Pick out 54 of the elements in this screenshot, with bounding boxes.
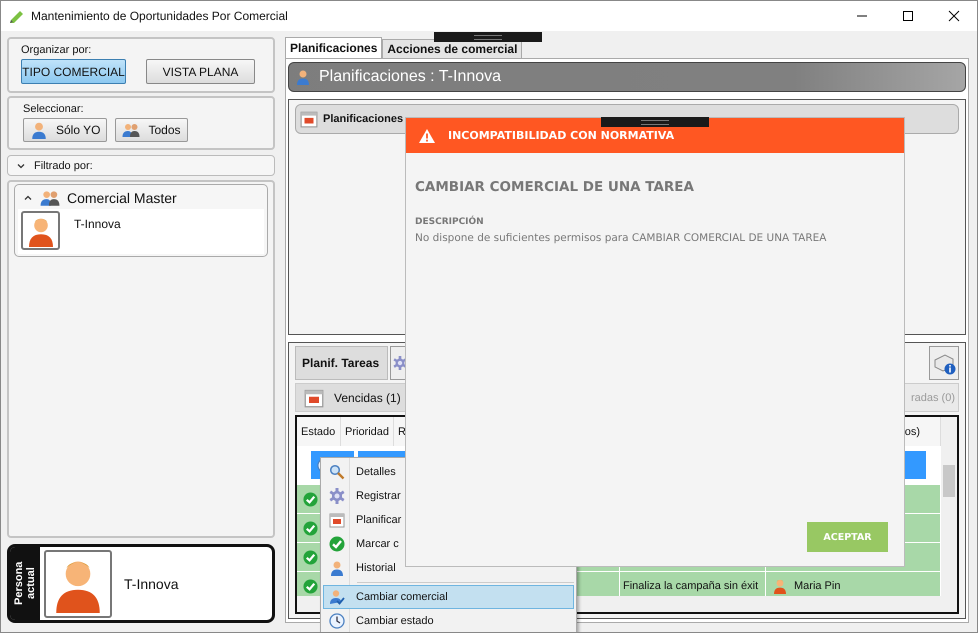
info-button[interactable] xyxy=(929,346,959,380)
close-icon xyxy=(948,10,960,22)
filter-bar[interactable]: Filtrado por: xyxy=(7,155,275,176)
header-title: Planificaciones : T-Innova xyxy=(319,68,502,86)
organize-label: Organizar por: xyxy=(21,44,92,56)
select-button[interactable]: Todos xyxy=(115,118,188,142)
table-cell: Maria Pin xyxy=(794,580,840,592)
check-icon xyxy=(303,492,318,506)
current-person-name: T-Innova xyxy=(124,576,178,592)
tab[interactable]: Planificaciones xyxy=(285,37,382,58)
current-person-label: Persona actual xyxy=(12,560,38,608)
table-cell: Finaliza la campaña sin éxit xyxy=(623,580,758,592)
select-button[interactable]: Sólo YO xyxy=(23,118,108,142)
person-icon xyxy=(295,69,311,85)
check-icon xyxy=(303,550,318,564)
avatar-icon xyxy=(772,578,788,594)
person-icon xyxy=(329,560,345,576)
dialog-title: INCOMPATIBILIDAD CON NORMATIVA xyxy=(448,129,674,142)
select-label: Seleccionar: xyxy=(23,103,85,115)
menu-item[interactable]: Cambiar comercial xyxy=(323,585,574,609)
window-title: Mantenimiento de Oportunidades Por Comercial xyxy=(31,9,288,23)
calendar-icon xyxy=(304,388,324,408)
maximize-icon xyxy=(902,10,914,22)
description-text: No dispone de suficientes permisos para CAMBIAR COMERCIAL DE UNA TAREA xyxy=(415,232,828,244)
column-header[interactable]: Estado xyxy=(297,417,341,446)
check-icon xyxy=(303,520,318,536)
gear-icon xyxy=(329,488,345,504)
person-check-icon xyxy=(329,589,345,605)
organize-option[interactable]: VISTA PLANA xyxy=(146,59,255,84)
column-header[interactable]: Prioridad xyxy=(341,417,394,446)
calendar-icon xyxy=(300,110,318,128)
grip-handle[interactable] xyxy=(601,117,709,127)
check-icon xyxy=(303,578,318,594)
pencil-icon xyxy=(9,8,25,24)
tasks-title: Planif. Tareas xyxy=(295,346,388,380)
people-icon xyxy=(122,121,140,139)
planning-title: Planificaciones xyxy=(323,113,404,125)
menu-item[interactable]: Cambiar estado xyxy=(323,609,574,632)
warning-icon xyxy=(418,128,436,144)
minimize-icon xyxy=(856,15,868,17)
group-name: Comercial Master xyxy=(67,190,177,206)
member-item[interactable]: T-Innova xyxy=(18,209,264,254)
description-label: DESCRIPCIÓN xyxy=(415,217,485,227)
dialog-heading: CAMBIAR COMERCIAL DE UNA TAREA xyxy=(415,179,695,195)
filter-label: Filtrado por: xyxy=(34,160,93,172)
scrollbar[interactable] xyxy=(941,417,957,612)
calendar-icon xyxy=(329,512,345,528)
clock-icon xyxy=(329,613,345,629)
person-icon xyxy=(30,121,48,139)
check-icon xyxy=(329,536,345,552)
search-icon xyxy=(329,464,345,480)
grip-handle[interactable] xyxy=(434,32,542,42)
organize-option[interactable]: TIPO COMERCIAL xyxy=(21,59,126,84)
tab[interactable]: Acciones de comercial xyxy=(382,39,522,58)
